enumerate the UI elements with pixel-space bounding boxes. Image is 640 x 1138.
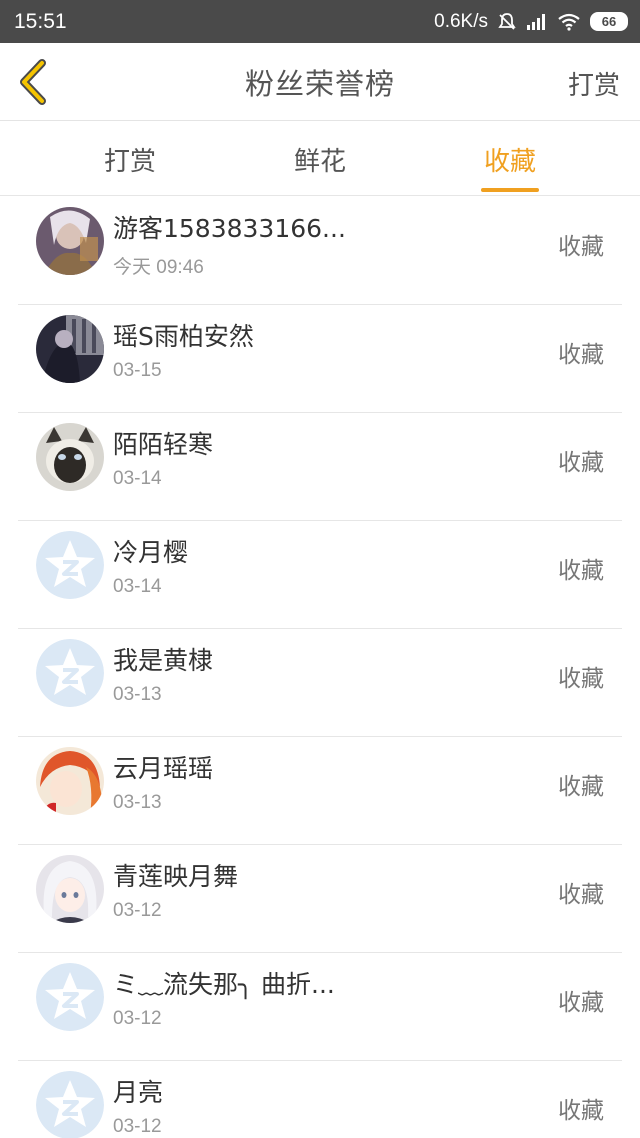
avatar[interactable] bbox=[36, 315, 104, 383]
fan-time: 03-13 bbox=[113, 684, 162, 705]
fan-name: 游客1583833166... bbox=[113, 214, 346, 243]
fan-action: 收藏 bbox=[558, 990, 604, 1016]
avatar[interactable] bbox=[36, 747, 104, 815]
fan-action: 收藏 bbox=[558, 666, 604, 692]
fan-name: 陌陌轻寒 bbox=[113, 430, 214, 459]
avatar[interactable] bbox=[36, 207, 104, 275]
tab-flowers[interactable]: 鲜花 bbox=[260, 122, 380, 196]
nav-bar: 粉丝荣誉榜 打赏 bbox=[0, 43, 640, 121]
fan-time: 03-12 bbox=[113, 900, 162, 921]
tab-label: 打赏 bbox=[103, 146, 156, 177]
default-avatar-icon[interactable] bbox=[36, 531, 104, 599]
fan-action: 收藏 bbox=[558, 774, 604, 800]
wifi-icon bbox=[557, 13, 581, 31]
tab-bar: 打赏 鲜花 收藏 bbox=[0, 122, 640, 196]
fan-time: 今天 09:46 bbox=[113, 257, 204, 278]
fan-action: 收藏 bbox=[558, 234, 604, 260]
battery-icon: 66 bbox=[590, 12, 628, 31]
fan-name: 月亮 bbox=[113, 1078, 164, 1107]
chevron-left-icon[interactable] bbox=[16, 59, 52, 105]
fan-name: 云月瑶瑶 bbox=[113, 754, 214, 783]
default-avatar-icon[interactable] bbox=[36, 639, 104, 707]
fan-name: 青莲映月舞 bbox=[113, 862, 239, 891]
default-avatar-icon[interactable] bbox=[36, 1071, 104, 1138]
tab-favorites[interactable]: 收藏 bbox=[450, 122, 570, 196]
fan-time: 03-12 bbox=[113, 1008, 162, 1029]
tab-label: 收藏 bbox=[483, 146, 536, 177]
fan-time: 03-14 bbox=[113, 576, 162, 597]
list-item[interactable]: 月亮 03-12 收藏 bbox=[18, 1061, 622, 1138]
fan-action: 收藏 bbox=[558, 1098, 604, 1124]
fan-action: 收藏 bbox=[558, 450, 604, 476]
fan-name: 瑶S雨柏安然 bbox=[113, 322, 254, 351]
tab-reward[interactable]: 打赏 bbox=[70, 122, 190, 196]
list-item[interactable]: 陌陌轻寒 03-14 收藏 bbox=[18, 413, 622, 521]
signal-icon bbox=[526, 13, 548, 31]
status-time: 15:51 bbox=[14, 9, 67, 33]
fan-name: 冷月樱 bbox=[113, 538, 189, 567]
network-speed: 0.6K/s bbox=[434, 10, 488, 32]
page-title: 粉丝荣誉榜 bbox=[244, 66, 395, 101]
list-item[interactable]: 游客1583833166... 今天 09:46 收藏 bbox=[18, 197, 622, 305]
default-avatar-icon[interactable] bbox=[36, 963, 104, 1031]
status-bar: 15:51 0.6K/s 66 bbox=[0, 0, 640, 43]
reward-button[interactable]: 打赏 bbox=[568, 65, 620, 102]
fan-name: 我是黄棣 bbox=[113, 646, 214, 675]
avatar[interactable] bbox=[36, 855, 104, 923]
list-item[interactable]: 瑶S雨柏安然 03-15 收藏 bbox=[18, 305, 622, 413]
mute-bell-icon bbox=[497, 12, 517, 32]
list-item[interactable]: ミ﹏流失那╮ 曲折... 03-12 收藏 bbox=[18, 953, 622, 1061]
list-item[interactable]: 青莲映月舞 03-12 收藏 bbox=[18, 845, 622, 953]
fan-time: 03-14 bbox=[113, 468, 162, 489]
status-indicators: 0.6K/s 66 bbox=[434, 11, 628, 33]
fan-time: 03-13 bbox=[113, 792, 162, 813]
active-tab-indicator bbox=[481, 188, 539, 192]
fan-action: 收藏 bbox=[558, 558, 604, 584]
fan-name: ミ﹏流失那╮ 曲折... bbox=[113, 970, 335, 999]
fan-action: 收藏 bbox=[558, 342, 604, 368]
fan-time: 03-12 bbox=[113, 1116, 162, 1137]
avatar[interactable] bbox=[36, 423, 104, 491]
list-item[interactable]: 云月瑶瑶 03-13 收藏 bbox=[18, 737, 622, 845]
list-item[interactable]: 冷月樱 03-14 收藏 bbox=[18, 521, 622, 629]
fan-time: 03-15 bbox=[113, 360, 162, 381]
fan-action: 收藏 bbox=[558, 882, 604, 908]
tab-label: 鲜花 bbox=[293, 146, 346, 177]
list-item[interactable]: 我是黄棣 03-13 收藏 bbox=[18, 629, 622, 737]
